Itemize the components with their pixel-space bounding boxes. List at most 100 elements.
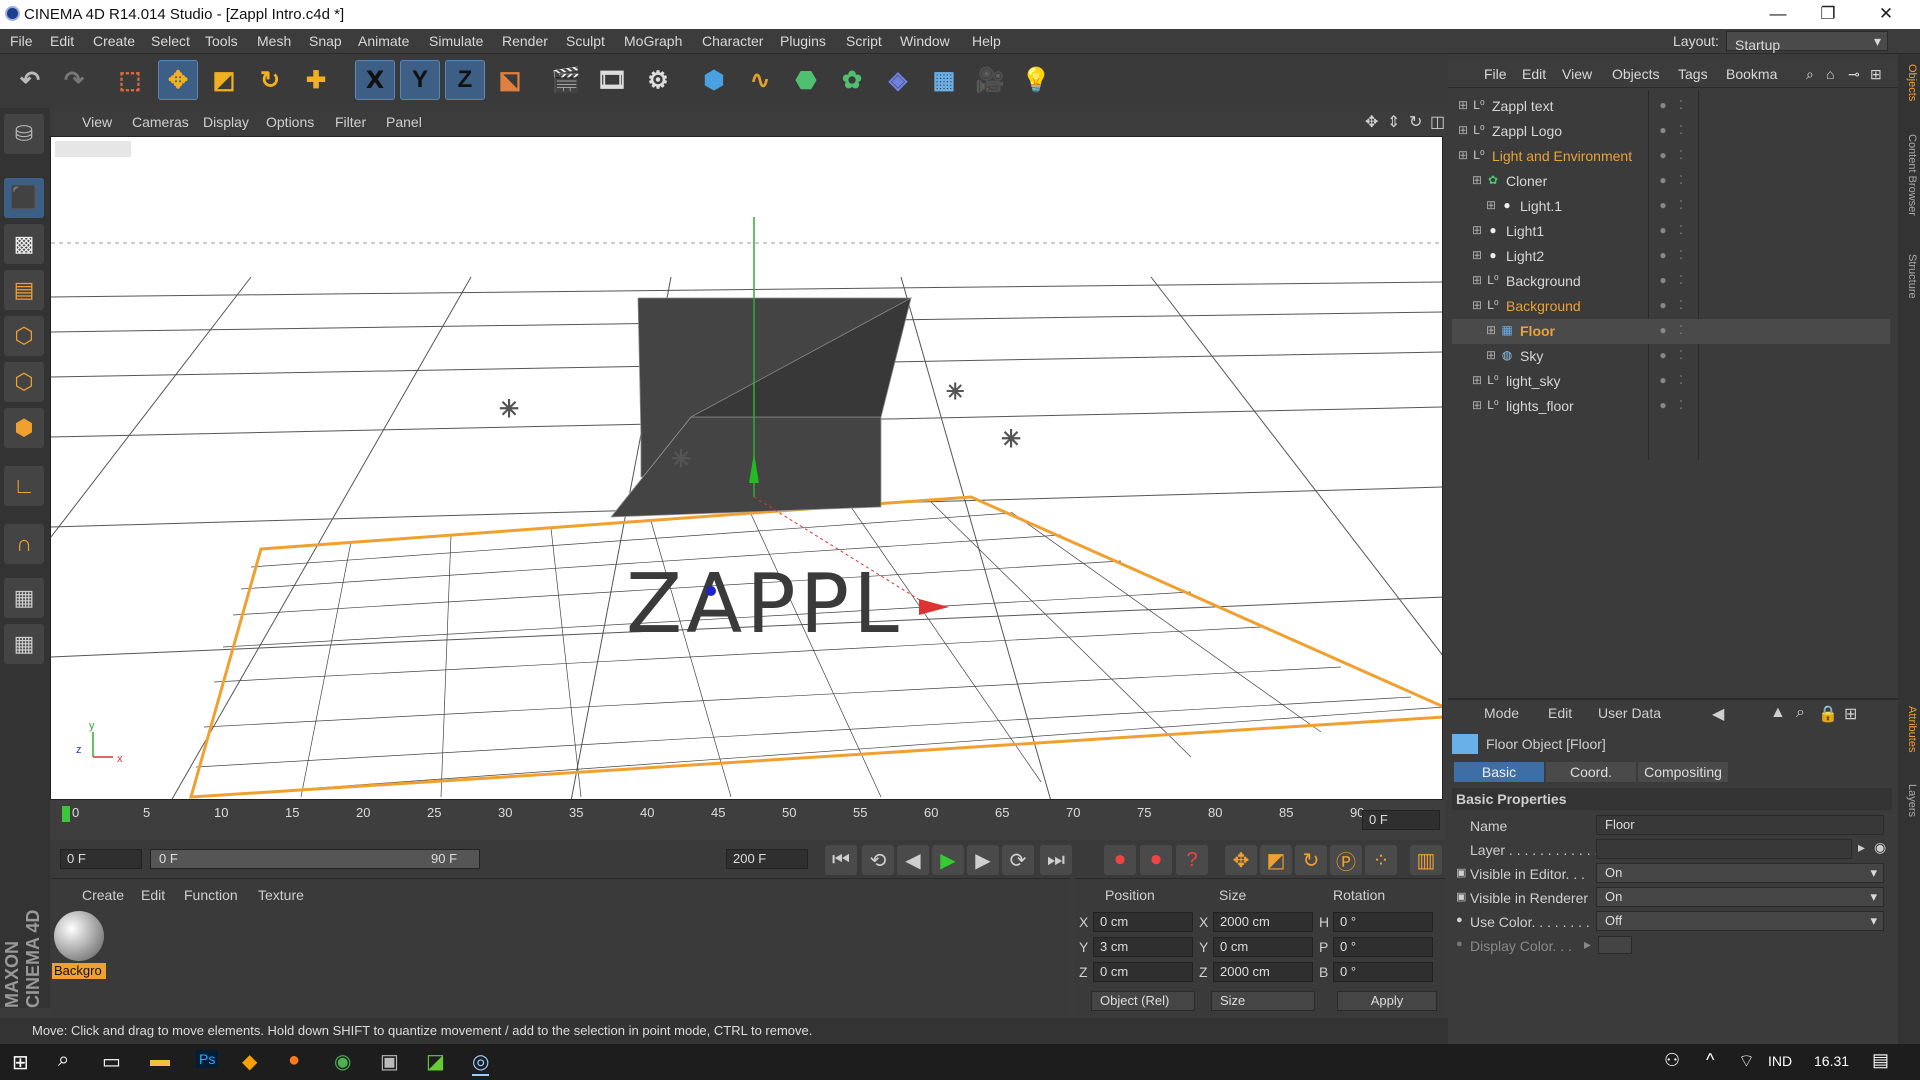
name-input[interactable]: Floor <box>1596 815 1884 835</box>
menu-help[interactable]: Help <box>972 33 1001 49</box>
menu-snap[interactable]: Snap <box>309 33 342 49</box>
pin-icon[interactable]: ⊸ <box>1848 66 1860 83</box>
viewport-menu-cameras[interactable]: Cameras <box>132 114 189 130</box>
model-mode-icon[interactable]: ⬛ <box>4 178 44 218</box>
size-x-field[interactable]: 2000 cm <box>1213 912 1313 932</box>
cinema4d-taskbar-icon[interactable]: ◎ <box>472 1049 490 1076</box>
object-row[interactable]: ⊞ L⁰ Zappl text ● ⁚ <box>1452 94 1890 119</box>
app-window-icon[interactable]: ▣ <box>380 1049 399 1074</box>
undo-icon[interactable]: ↶ <box>10 60 50 100</box>
tab-coord[interactable]: Coord. <box>1546 762 1636 782</box>
pos-x-field[interactable]: 0 cm <box>1093 912 1193 932</box>
render-dot-icon[interactable]: ⁚ <box>1674 248 1688 262</box>
expand-toggle-icon[interactable]: ⊞ <box>1470 373 1484 387</box>
planar-workplane-icon[interactable]: ▦ <box>4 624 44 664</box>
prev-key-icon[interactable]: ⟲ <box>862 845 894 875</box>
play-icon[interactable]: ▶ <box>932 845 964 875</box>
render-dot-icon[interactable]: ⁚ <box>1674 398 1688 412</box>
obj-menu-view[interactable]: View <box>1562 66 1592 82</box>
tab-compositing[interactable]: Compositing <box>1638 762 1728 782</box>
start-frame-field[interactable]: 0 F <box>60 849 142 869</box>
viewport-menu-filter[interactable]: Filter <box>335 114 366 130</box>
mat-menu-create[interactable]: Create <box>82 887 124 903</box>
next-frame-icon[interactable]: ▶ <box>967 845 999 875</box>
viewport-menu-panel[interactable]: Panel <box>386 114 422 130</box>
object-row[interactable]: ⊞ ◍ Sky ● ⁚ <box>1452 344 1890 369</box>
menu-animate[interactable]: Animate <box>358 33 409 49</box>
z-axis-icon[interactable]: Z <box>445 60 485 100</box>
visibility-dot-icon[interactable]: ● <box>1656 223 1670 237</box>
minimize-button[interactable]: — <box>1758 2 1798 26</box>
render-dot-icon[interactable]: ⁚ <box>1674 323 1688 337</box>
render-dot-icon[interactable]: ⁚ <box>1674 348 1688 362</box>
locked-workplane-icon[interactable]: ▦ <box>4 578 44 618</box>
animate-toggle-icon[interactable]: ▣ <box>1456 890 1466 903</box>
expand-toggle-icon[interactable]: ⊞ <box>1470 273 1484 287</box>
pos-z-field[interactable]: 0 cm <box>1093 962 1193 982</box>
obj-menu-tags[interactable]: Tags <box>1678 66 1708 82</box>
restore-button[interactable]: ❐ <box>1808 2 1848 26</box>
object-row[interactable]: ⊞ ● Light.1 ● ⁚ <box>1452 194 1890 219</box>
expand-toggle-icon[interactable]: ⊞ <box>1484 323 1498 337</box>
rotate-icon[interactable]: ↻ <box>250 60 290 100</box>
up-arrow-icon[interactable]: ▲ <box>1770 704 1786 722</box>
display-color-swatch[interactable] <box>1598 936 1632 954</box>
layer-picker-icon[interactable]: ◉ <box>1874 839 1886 856</box>
range-slider[interactable]: 0 F 90 F <box>150 849 480 869</box>
render-dot-icon[interactable]: ⁚ <box>1674 273 1688 287</box>
people-icon[interactable]: ⚇ <box>1664 1050 1680 1071</box>
wifi-icon[interactable]: ⌔ <box>1738 1050 1755 1073</box>
notification-icon[interactable]: ▤ <box>1872 1050 1889 1071</box>
obj-menu-bookmarks[interactable]: Bookma <box>1726 66 1777 82</box>
animate-toggle-icon[interactable]: ▣ <box>1456 866 1466 879</box>
rot-b-field[interactable]: 0 ° <box>1333 962 1433 982</box>
expand-toggle-icon[interactable]: ⊞ <box>1484 198 1498 212</box>
visibility-dot-icon[interactable]: ● <box>1656 398 1670 412</box>
attr-menu-userdata[interactable]: User Data <box>1598 705 1661 721</box>
visibility-dot-icon[interactable]: ● <box>1656 98 1670 112</box>
pos-y-field[interactable]: 3 cm <box>1093 937 1193 957</box>
goto-start-icon[interactable]: ⏮ <box>825 845 857 875</box>
home-icon[interactable]: ⌂ <box>1826 66 1834 82</box>
expand-toggle-icon[interactable]: ⊞ <box>1456 98 1470 112</box>
viewport-menu-view[interactable]: View <box>82 114 112 130</box>
tab-content-browser-vertical[interactable]: Content Browser <box>1900 134 1918 216</box>
timeline-ruler[interactable]: 0 5 10 15 20 25 30 35 40 45 50 55 60 65 70 75 80 85 90 0 F <box>50 800 1445 840</box>
axis-mode-icon[interactable]: ∟ <box>4 466 44 506</box>
obj-menu-edit[interactable]: Edit <box>1522 66 1546 82</box>
object-row[interactable]: ⊞ L⁰ Background ● ⁚ <box>1452 294 1890 319</box>
clock[interactable]: 16.31 <box>1814 1053 1849 1069</box>
visibility-dot-icon[interactable]: ● <box>1656 298 1670 312</box>
light-icon[interactable]: 💡 <box>1016 60 1056 100</box>
key-pla-icon[interactable]: ⁘ <box>1365 845 1397 875</box>
timeline-playhead[interactable] <box>62 806 70 822</box>
viewport-move-icon[interactable]: ✥ <box>1365 112 1378 132</box>
viewport-layout-icon[interactable]: ◫ <box>1430 112 1445 132</box>
viewport-menu-options[interactable]: Options <box>266 114 314 130</box>
visibility-dot-icon[interactable]: ● <box>1656 198 1670 212</box>
lock-icon[interactable]: 🔒 <box>1818 704 1838 724</box>
spline-icon[interactable]: ∿ <box>740 60 780 100</box>
attr-search-icon[interactable]: ⌕ <box>1796 704 1805 722</box>
render-dot-icon[interactable]: ⁚ <box>1674 123 1688 137</box>
attr-new-window-icon[interactable]: ⊞ <box>1844 704 1857 724</box>
keyframe-selection-icon[interactable]: ? <box>1176 845 1208 875</box>
tab-attributes-vertical[interactable]: Attributes <box>1900 706 1918 752</box>
render-dot-icon[interactable]: ⁚ <box>1674 173 1688 187</box>
material-preview-sphere[interactable] <box>54 911 104 961</box>
display-color-arrow-icon[interactable]: ▸ <box>1584 936 1591 953</box>
size-mode-dropdown[interactable]: Size <box>1211 991 1315 1011</box>
size-y-field[interactable]: 0 cm <box>1213 937 1313 957</box>
record-icon[interactable]: ⏺ <box>1104 845 1136 875</box>
windows-start-icon[interactable]: ⊞ <box>12 1050 29 1075</box>
tray-chevron-icon[interactable]: ^ <box>1706 1050 1714 1071</box>
expand-toggle-icon[interactable]: ⊞ <box>1470 298 1484 312</box>
next-key-icon[interactable]: ⟳ <box>1002 845 1034 875</box>
render-dot-icon[interactable]: ⁚ <box>1674 198 1688 212</box>
live-selection-icon[interactable]: ⬚ <box>110 60 150 100</box>
tab-basic[interactable]: Basic <box>1454 762 1544 782</box>
animate-dot-icon[interactable]: ● <box>1456 914 1463 926</box>
make-editable-icon[interactable]: ⛁ <box>4 114 44 154</box>
render-dot-icon[interactable]: ⁚ <box>1674 148 1688 162</box>
layer-arrow-icon[interactable]: ▸ <box>1858 839 1865 856</box>
